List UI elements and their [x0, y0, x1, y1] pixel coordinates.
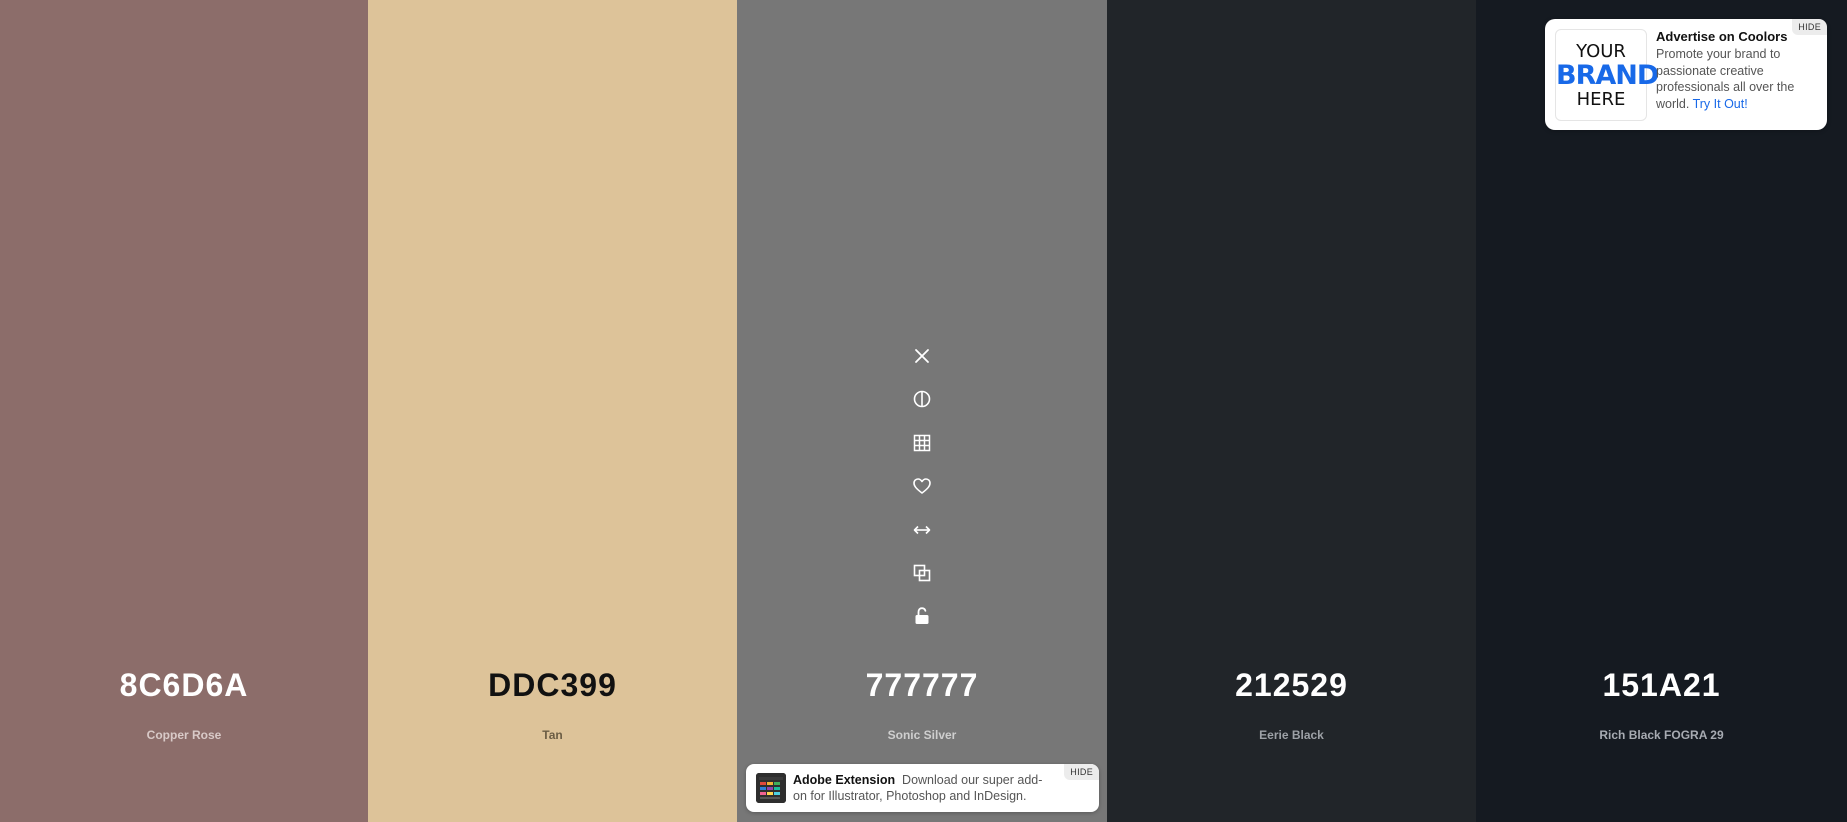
extension-title[interactable]: Adobe Extension [793, 773, 895, 787]
shades-grid-icon[interactable] [908, 429, 936, 457]
swatch-tan[interactable]: DDC399 Tan [368, 0, 737, 822]
swatch-eerie-black[interactable]: 212529 Eerie Black [1107, 0, 1476, 822]
swatch-color-name[interactable]: Sonic Silver [737, 728, 1107, 742]
hide-ad-button[interactable]: HIDE [1792, 19, 1827, 35]
logo-line-3: HERE [1576, 89, 1626, 110]
copy-icon[interactable] [908, 559, 936, 587]
ad-description: Promote your brand to passionate creativ… [1656, 46, 1818, 112]
swatch-hex[interactable]: DDC399 [368, 667, 737, 704]
swatch-hex[interactable]: 212529 [1107, 667, 1476, 704]
ad-title[interactable]: Advertise on Coolors [1656, 29, 1787, 44]
logo-line-1: YOUR [1576, 41, 1626, 62]
adobe-extension-banner[interactable]: Adobe Extension Download our super add-o… [746, 764, 1099, 812]
swatch-color-name[interactable]: Rich Black FOGRA 29 [1476, 728, 1847, 742]
swatch-hex[interactable]: 151A21 [1476, 667, 1847, 704]
hide-banner-button[interactable]: HIDE [1064, 764, 1099, 780]
swatch-hex[interactable]: 777777 [737, 667, 1107, 704]
heart-icon[interactable] [908, 472, 936, 500]
swatch-color-name[interactable]: Copper Rose [0, 728, 368, 742]
brand-logo-placeholder[interactable]: YOUR BRAND HERE [1555, 29, 1659, 121]
swatch-sonic-silver[interactable]: 777777 Sonic Silver [737, 0, 1107, 822]
close-icon[interactable] [908, 342, 936, 370]
unlock-icon[interactable] [908, 602, 936, 630]
swatch-copper-rose[interactable]: 8C6D6A Copper Rose [0, 0, 368, 822]
swatch-toolbar [908, 342, 936, 646]
drag-arrows-icon[interactable] [908, 516, 936, 544]
contrast-icon[interactable] [908, 385, 936, 413]
extension-description: Adobe Extension Download our super add-o… [793, 772, 1051, 804]
swatch-color-name[interactable]: Tan [368, 728, 737, 742]
swatch-color-name[interactable]: Eerie Black [1107, 728, 1476, 742]
swatch-hex[interactable]: 8C6D6A [0, 667, 368, 704]
ad-link[interactable]: Try It Out! [1693, 97, 1748, 111]
logo-line-2: BRAND [1556, 60, 1659, 91]
advertise-card[interactable]: YOUR BRAND HERE Advertise on Coolors Pro… [1545, 19, 1827, 130]
extension-thumbnail [756, 773, 786, 803]
